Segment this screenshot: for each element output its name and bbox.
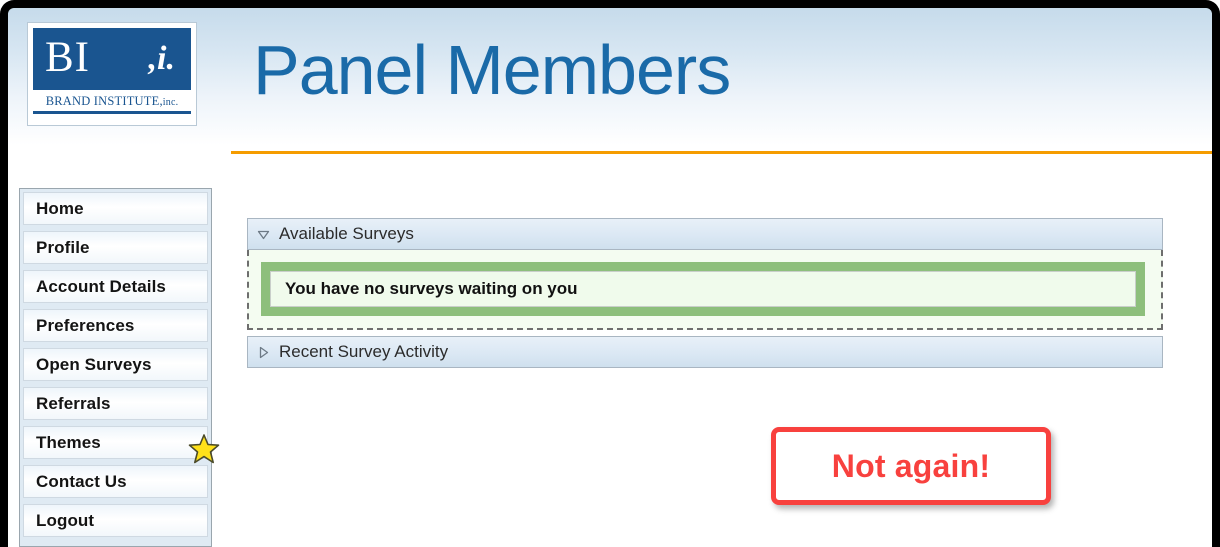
triangle-right-icon [256,345,271,360]
annotation-text: Not again! [831,447,991,484]
sidebar-item-account-details[interactable]: Account Details [23,270,208,303]
annotation-callout: Not again! [771,427,1051,505]
logo-accent: ,i. [148,40,175,77]
star-icon [188,434,220,464]
sidebar-item-label: Themes [36,432,101,452]
sidebar-item-referrals[interactable]: Referrals [23,387,208,420]
sidebar-item-profile[interactable]: Profile [23,231,208,264]
panel-title: Recent Survey Activity [279,342,449,361]
brand-logo: BI ,i. BRAND INSTITUTE,inc. [27,22,197,126]
logo-company-main: BRAND INSTITUTE, [45,94,163,108]
logo-mark: BI ,i. [33,28,191,90]
sidebar-item-home[interactable]: Home [23,192,208,225]
panel-title: Available Surveys [279,224,414,243]
logo-underline [33,111,191,114]
sidebar-item-contact-us[interactable]: Contact Us [23,465,208,498]
logo-company-suffix: inc. [162,97,179,108]
sidebar-item-label: Profile [36,237,90,257]
page: BI ,i. BRAND INSTITUTE,inc. Panel Member… [8,8,1212,547]
sidebar-item-themes[interactable]: Themes [23,426,208,459]
panel-header-recent-survey-activity[interactable]: Recent Survey Activity [247,336,1163,368]
sidebar-item-label: Account Details [36,276,166,296]
sidebar-item-preferences[interactable]: Preferences [23,309,208,342]
logo-company-name: BRAND INSTITUTE,inc. [33,94,191,109]
sidebar-item-open-surveys[interactable]: Open Surveys [23,348,208,381]
logo-initials: BI [45,34,90,81]
triangle-down-icon [256,227,271,242]
main-content: Available Surveys You have no surveys wa… [247,218,1163,368]
page-header: BI ,i. BRAND INSTITUTE,inc. Panel Member… [8,8,1212,154]
survey-status-inner: You have no surveys waiting on you [270,271,1136,307]
survey-status-box: You have no surveys waiting on you [261,262,1145,316]
sidebar-item-label: Open Surveys [36,354,152,374]
sidebar-item-label: Preferences [36,315,135,335]
sidebar-item-label: Contact Us [36,471,127,491]
survey-status-message: You have no surveys waiting on you [285,279,578,298]
sidebar-item-label: Logout [36,510,95,530]
panel-body-available-surveys: You have no surveys waiting on you [247,250,1163,330]
page-title: Panel Members [253,31,731,109]
sidebar-item-label: Referrals [36,393,111,413]
header-divider [231,151,1212,154]
sidebar-item-logout[interactable]: Logout [23,504,208,537]
screenshot-root: BI ,i. BRAND INSTITUTE,inc. Panel Member… [0,0,1220,547]
sidebar-nav: Home Profile Account Details Preferences… [19,188,220,547]
sidebar-item-label: Home [36,198,84,218]
panel-header-available-surveys[interactable]: Available Surveys [247,218,1163,250]
